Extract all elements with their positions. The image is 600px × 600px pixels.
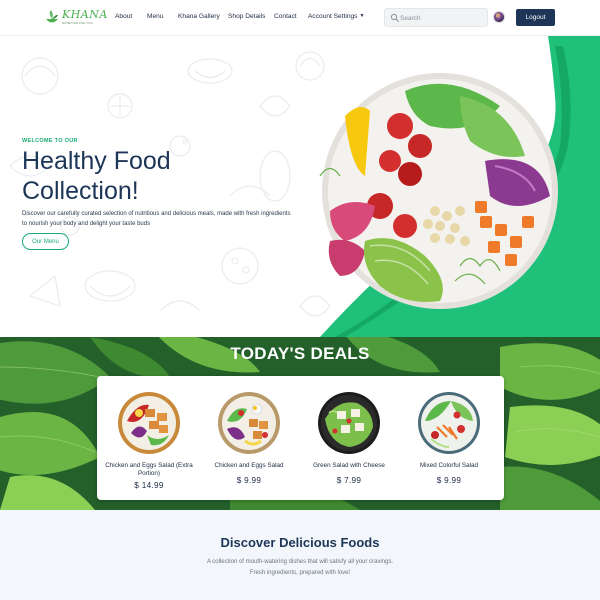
- nav-contact[interactable]: Contact: [274, 13, 297, 20]
- nav-about[interactable]: About: [115, 13, 132, 20]
- search-input[interactable]: [400, 11, 485, 25]
- deal-item-name: Green Salad with Cheese: [313, 462, 385, 469]
- logout-button[interactable]: Logout: [516, 9, 555, 26]
- deal-item-price: $ 9.99: [236, 476, 262, 485]
- discover-title: Discover Delicious Foods: [220, 535, 380, 550]
- deal-item-image: [118, 392, 180, 454]
- search-box: [384, 8, 488, 27]
- discover-line-2: Fresh ingredients, prepared with love!: [249, 570, 351, 576]
- deal-item-image: [318, 392, 380, 454]
- deal-item-image: [218, 392, 280, 454]
- deals-card: Chicken and Eggs Salad (Extra Portion) $…: [97, 376, 504, 500]
- brand-logo[interactable]: KHANA NUTRITION FOR YOU: [44, 7, 107, 29]
- deal-item-name: Mixed Colorful Salad: [419, 462, 479, 469]
- brand-tagline: NUTRITION FOR YOU: [62, 21, 93, 25]
- search-icon: [390, 13, 399, 22]
- our-menu-button[interactable]: Our Menu: [22, 233, 69, 250]
- deal-item-name: Chicken and Eggs Salad (Extra Portion): [105, 462, 193, 477]
- discover-description: A collection of mouth-watering dishes th…: [0, 557, 600, 579]
- navbar: KHANA NUTRITION FOR YOU About Menu Khana…: [0, 0, 600, 36]
- discover-line-1: A collection of mouth-watering dishes th…: [206, 559, 394, 565]
- nav-menu[interactable]: Menu: [147, 13, 164, 20]
- nav-account-settings[interactable]: Account Settings ▼: [308, 13, 364, 20]
- deal-item[interactable]: Mixed Colorful Salad $ 9.99: [399, 376, 499, 500]
- deal-item[interactable]: Green Salad with Cheese $ 7.99: [299, 376, 399, 500]
- leaf-bowl-icon: [46, 10, 58, 23]
- todays-deals-section: TODAY'S DEALS Chicken and Eggs Salad (Ex…: [0, 337, 600, 510]
- deals-title: TODAY'S DEALS: [230, 344, 370, 363]
- hero-description: Discover our carefully curated selection…: [22, 211, 291, 227]
- avatar[interactable]: [493, 11, 505, 23]
- hero-section: WELCOME TO OUR Healthy Food Collection! …: [0, 36, 600, 337]
- deal-item-name: Chicken and Eggs Salad: [214, 462, 284, 469]
- hero-title: Healthy Food Collection!: [22, 147, 171, 205]
- hero-kicker: WELCOME TO OUR: [22, 138, 78, 144]
- deal-item-image: [418, 392, 480, 454]
- deal-item[interactable]: Chicken and Eggs Salad (Extra Portion) $…: [99, 376, 199, 500]
- nav-shop-details[interactable]: Shop Details: [228, 13, 265, 20]
- nav-khana-gallery[interactable]: Khana Gallery: [178, 13, 220, 20]
- deal-item-price: $ 14.99: [134, 481, 164, 490]
- discover-section: Discover Delicious Foods A collection of…: [0, 510, 600, 600]
- salad-bowl-image: [319, 73, 558, 309]
- deal-item-price: $ 7.99: [336, 476, 362, 485]
- nav-account-settings-label: Account Settings: [308, 13, 358, 20]
- deal-item[interactable]: Chicken and Eggs Salad $ 9.99: [199, 376, 299, 500]
- deal-item-price: $ 9.99: [436, 476, 462, 485]
- brand-name: KHANA: [62, 8, 108, 21]
- chevron-down-icon: ▼: [359, 13, 365, 19]
